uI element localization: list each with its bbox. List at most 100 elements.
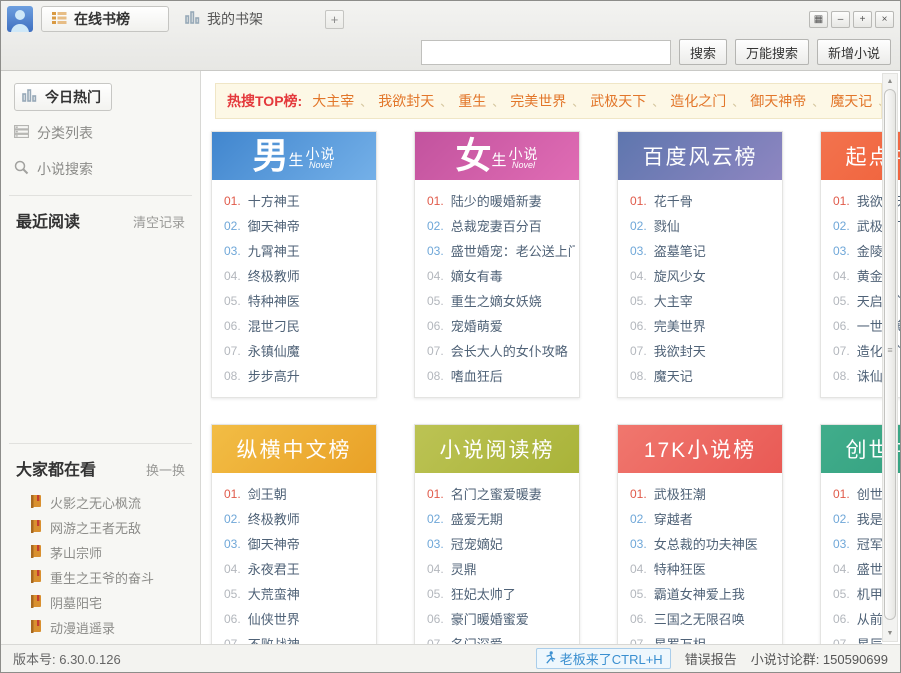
card-logo-side-cn: 小说 (509, 147, 539, 161)
ranking-item-title: 三国之无限召唤 (654, 607, 745, 632)
add-novel-button[interactable]: 新增小说 (817, 39, 891, 65)
search-input[interactable] (421, 40, 671, 65)
ranking-item-title: 盛世 (857, 557, 883, 582)
tab-online-ranking[interactable]: 在线书榜 (41, 6, 169, 32)
recommended-book-item[interactable]: 网游之王者无敌 (29, 515, 200, 540)
universal-search-button[interactable]: 万能搜索 (735, 39, 809, 65)
ranking-item[interactable]: 02.终极教师 (224, 507, 372, 532)
error-report-link[interactable]: 错误报告 (685, 649, 737, 668)
sidebar-item-novel-search[interactable]: 小说搜索 (14, 155, 200, 183)
ranking-item[interactable]: 02.穿越者 (630, 507, 778, 532)
hot-search-tag[interactable]: 魔天记 (830, 93, 872, 109)
ranking-item[interactable]: 08.步步高升 (224, 364, 372, 389)
ranking-item-title: 会长大人的女仆攻略 (451, 339, 568, 364)
scroll-up-arrow-icon[interactable]: ▲ (883, 75, 897, 88)
ranking-item[interactable]: 03.女总裁的功夫神医 (630, 532, 778, 557)
ranking-item[interactable]: 01.剑王朝 (224, 482, 372, 507)
ranking-item[interactable]: 07.名门深爱 (427, 632, 575, 644)
ranking-item[interactable]: 07.永镇仙魔 (224, 339, 372, 364)
ranking-item[interactable]: 04.旋风少女 (630, 264, 778, 289)
ranking-item[interactable]: 05.霸道女神爱上我 (630, 582, 778, 607)
ranking-item-title: 狂妃太帅了 (451, 582, 516, 607)
clear-history-link[interactable]: 清空记录 (133, 212, 185, 231)
ranking-item[interactable]: 03.盗墓笔记 (630, 239, 778, 264)
new-tab-button[interactable]: + (325, 10, 344, 29)
scrollbar-thumb[interactable]: ≡ (884, 89, 896, 620)
ranking-item[interactable]: 07.我欲封天 (630, 339, 778, 364)
recommended-book-item[interactable]: 茅山宗师 (29, 540, 200, 565)
hot-search-tag[interactable]: 完美世界 (510, 93, 566, 109)
ranking-item[interactable]: 02.总裁宠妻百分百 (427, 214, 575, 239)
ranking-item[interactable]: 04.特种狂医 (630, 557, 778, 582)
ranking-item-title: 金陵 (857, 239, 883, 264)
ranking-item[interactable]: 07.星罗万相 (630, 632, 778, 644)
ranking-item[interactable]: 06.豪门暖婚蜜爱 (427, 607, 575, 632)
book-icon (29, 544, 43, 561)
app-window: 在线书榜 我的书架 + ▦ – + × 搜索 万能搜索 新增小说 (0, 0, 901, 673)
ranking-item[interactable]: 05.特种神医 (224, 289, 372, 314)
hot-search-tag[interactable]: 我欲封天 (378, 93, 434, 109)
ranking-item[interactable]: 02.盛爱无期 (427, 507, 575, 532)
ranking-item[interactable]: 03.盛世婚宠：老公送上门 (427, 239, 575, 264)
search-button[interactable]: 搜索 (679, 39, 727, 65)
ranking-item-title: 名门深爱 (451, 632, 503, 644)
ranking-item-title: 豪门暖婚蜜爱 (451, 607, 529, 632)
ranking-item[interactable]: 06.三国之无限召唤 (630, 607, 778, 632)
ranking-item[interactable]: 05.大主宰 (630, 289, 778, 314)
ranking-item-title: 女总裁的功夫神医 (654, 532, 758, 557)
ranking-item[interactable]: 04.终极教师 (224, 264, 372, 289)
ranking-item[interactable]: 05.大荒蛮神 (224, 582, 372, 607)
recommended-book-item[interactable]: 火影之无心枫流 (29, 490, 200, 515)
ranking-item[interactable]: 05.狂妃太帅了 (427, 582, 575, 607)
vertical-scrollbar[interactable]: ▲ ≡ ▼ (882, 73, 898, 642)
ranking-item[interactable]: 08.嗜血狂后 (427, 364, 575, 389)
hot-search-tag[interactable]: 造化之门 (670, 93, 726, 109)
hot-search-tag[interactable]: 重生 (458, 93, 486, 109)
ranking-item[interactable]: 04.灵鼎 (427, 557, 575, 582)
hot-search-tag[interactable]: 大主宰 (312, 93, 354, 109)
minimize-button[interactable]: – (831, 11, 850, 28)
ranking-item[interactable]: 04.永夜君王 (224, 557, 372, 582)
ranking-item-number: 01. (833, 189, 850, 214)
tab-my-bookshelf[interactable]: 我的书架 (175, 6, 273, 32)
user-avatar[interactable] (7, 6, 33, 32)
ranking-item[interactable]: 06.仙侠世界 (224, 607, 372, 632)
ranking-item[interactable]: 04.嫡女有毒 (427, 264, 575, 289)
person-icon (15, 10, 25, 20)
ranking-item[interactable]: 07.会长大人的女仆攻略 (427, 339, 575, 364)
ranking-item[interactable]: 02.戮仙 (630, 214, 778, 239)
ranking-item[interactable]: 01.十方神王 (224, 189, 372, 214)
close-button[interactable]: × (875, 11, 894, 28)
ranking-item[interactable]: 03.御天神帝 (224, 532, 372, 557)
ranking-item-number: 01. (630, 189, 647, 214)
ranking-item[interactable]: 01.花千骨 (630, 189, 778, 214)
ranking-item[interactable]: 05.重生之嫡女妖娆 (427, 289, 575, 314)
ranking-item[interactable]: 08.魔天记 (630, 364, 778, 389)
recommended-book-item[interactable]: 重生之王爷的奋斗 (29, 565, 200, 590)
hot-search-tag[interactable]: 武极天下 (590, 93, 646, 109)
version-label: 版本号: 6.30.0.126 (13, 649, 121, 668)
ranking-item[interactable]: 02.御天神帝 (224, 214, 372, 239)
ranking-item[interactable]: 01.名门之蜜爱暖妻 (427, 482, 575, 507)
skin-menu-button[interactable]: ▦ (809, 11, 828, 28)
ranking-item[interactable]: 03.冠宠嫡妃 (427, 532, 575, 557)
ranking-item[interactable]: 01.陆少的暖婚新妻 (427, 189, 575, 214)
ranking-item[interactable]: 06.混世刁民 (224, 314, 372, 339)
ranking-item[interactable]: 03.九霄神王 (224, 239, 372, 264)
recommended-book-item[interactable]: 动漫逍遥录 (29, 615, 200, 640)
scroll-down-arrow-icon[interactable]: ▼ (883, 627, 897, 640)
maximize-button[interactable]: + (853, 11, 872, 28)
hot-search-tag[interactable]: 御天神帝 (750, 93, 806, 109)
ranking-item[interactable]: 07.不败战神 (224, 632, 372, 644)
ranking-item[interactable]: 01.武极狂潮 (630, 482, 778, 507)
refresh-link[interactable]: 换一换 (146, 460, 185, 479)
ranking-item[interactable]: 06.完美世界 (630, 314, 778, 339)
ranking-card-body: 01.花千骨02.戮仙03.盗墓笔记04.旋风少女05.大主宰06.完美世界07… (618, 180, 782, 397)
boss-key-button[interactable]: 老板来了CTRL+H (536, 648, 671, 669)
ranking-card-header: 女生小说Novel (415, 132, 579, 180)
sidebar-item-today-hot[interactable]: 今日热门 (14, 83, 112, 111)
sidebar-item-category-list[interactable]: 分类列表 (14, 119, 200, 147)
ranking-item[interactable]: 06.宠婚萌爱 (427, 314, 575, 339)
recommended-book-item[interactable]: 阴墓阳宅 (29, 590, 200, 615)
search-toolbar: 搜索 万能搜索 新增小说 (1, 34, 900, 70)
